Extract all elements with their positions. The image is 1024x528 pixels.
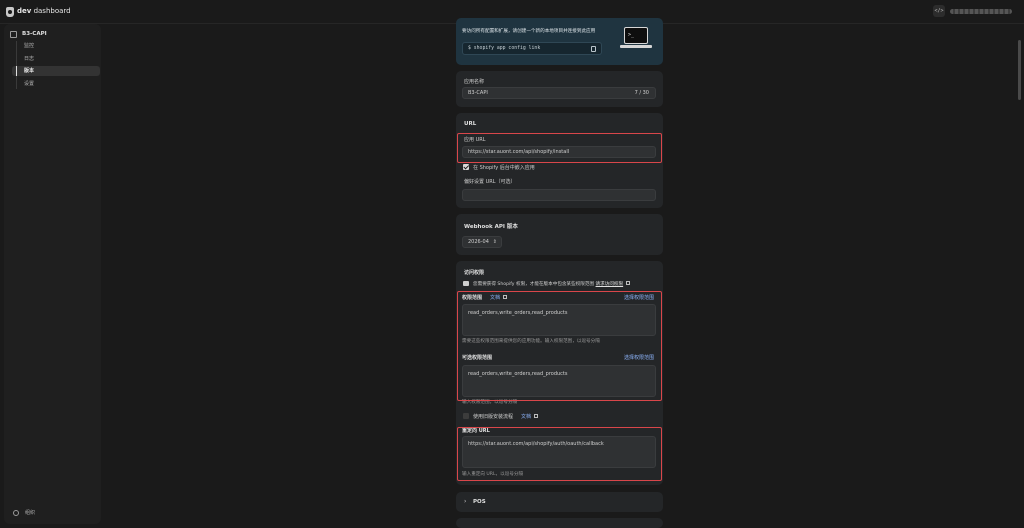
sidebar-item-logs[interactable]: 日志	[12, 54, 100, 64]
app-name-count: 7 / 30	[634, 90, 649, 96]
highlight-redirect-url	[457, 427, 662, 481]
pos-card-title: POS	[473, 499, 486, 505]
cli-hint: 要访问所有配置和扩展，请创建一个新的本地项目并连接到此应用	[462, 29, 596, 34]
app-name-label: 应用名称	[464, 79, 485, 85]
app-name-input[interactable]: B3-CAPI 7 / 30	[462, 87, 656, 99]
account-menu[interactable]	[950, 9, 1012, 14]
cli-command: shopify app config link	[473, 46, 541, 51]
request-access-link[interactable]: 请求访问权限	[596, 282, 624, 287]
app-name-value: B3-CAPI	[468, 90, 488, 96]
embed-app-label: 在 Shopify 后台中嵌入应用	[473, 165, 535, 171]
select-arrows-icon: ⇕	[492, 239, 497, 245]
pos-card[interactable]: › POS	[456, 492, 663, 512]
webhook-card: Webhook API 版本 2026-04 ⇕	[456, 214, 663, 255]
preference-url-label: 偏好设置 URL（可选）	[464, 179, 516, 185]
sidebar-app[interactable]: B3-CAPI	[10, 29, 47, 39]
gear-icon	[13, 509, 19, 516]
code-icon[interactable]: </>	[933, 5, 945, 17]
copy-icon[interactable]	[591, 46, 596, 52]
terminal-illustration-icon: >_	[624, 27, 648, 44]
lock-icon	[463, 281, 469, 286]
legacy-docs-link[interactable]: 文档	[521, 413, 539, 420]
scrollbar-thumb[interactable]	[1018, 40, 1021, 100]
external-link-icon	[626, 281, 631, 285]
sidebar: B3-CAPI 监控 日志 版本 设置 组织	[4, 24, 101, 524]
laptop-base-icon	[620, 45, 652, 48]
cli-card: 要访问所有配置和扩展，请创建一个新的本地项目并连接到此应用 $ shopify …	[456, 18, 663, 65]
app-icon	[10, 30, 17, 38]
shopify-logo-icon	[6, 7, 14, 17]
sidebar-app-name: B3-CAPI	[22, 31, 47, 37]
cli-command-box: $ shopify app config link	[462, 42, 602, 55]
sidebar-organization[interactable]: 组织	[13, 509, 35, 516]
app-name-card: 应用名称 B3-CAPI 7 / 30	[456, 71, 663, 107]
highlight-scopes	[457, 291, 662, 401]
url-card-title: URL	[464, 121, 477, 127]
legacy-install-checkbox[interactable]	[463, 413, 469, 419]
embed-app-checkbox[interactable]	[463, 164, 469, 170]
webhook-card-title: Webhook API 版本	[464, 224, 518, 230]
highlight-app-url	[457, 133, 662, 163]
chevron-right-icon: ›	[464, 498, 467, 505]
access-card-title: 访问权限	[464, 270, 485, 276]
sidebar-item-settings[interactable]: 设置	[12, 79, 100, 89]
brand-title[interactable]: dev dashboard	[17, 7, 71, 15]
preference-url-input[interactable]	[462, 189, 656, 201]
sidebar-item-versions[interactable]: 版本	[12, 66, 100, 76]
sidebar-organization-label: 组织	[25, 510, 36, 516]
access-notice: 您需要获得 Shopify 权限，才能在版本中包含某些权限范围 请求访问权限	[473, 281, 631, 287]
webhook-version-value: 2026-04	[468, 239, 489, 245]
sidebar-item-monitor[interactable]: 监控	[12, 41, 100, 51]
webhook-version-select[interactable]: 2026-04 ⇕	[462, 236, 502, 248]
next-card	[456, 518, 663, 528]
legacy-install-label: 使用旧版安装流程	[473, 414, 514, 420]
external-link-icon	[534, 414, 539, 418]
